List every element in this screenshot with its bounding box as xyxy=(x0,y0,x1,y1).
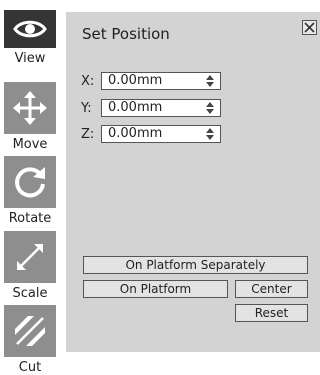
arrow-up-icon[interactable] xyxy=(206,75,214,80)
cut-icon xyxy=(15,316,45,346)
tool-scale[interactable]: Scale xyxy=(4,231,56,301)
close-icon xyxy=(304,22,315,33)
y-position-row: Y: 0.00mm xyxy=(81,98,221,118)
y-position-value[interactable]: 0.00mm xyxy=(108,100,162,116)
center-button[interactable]: Center xyxy=(235,280,308,298)
arrow-up-icon[interactable] xyxy=(206,128,214,133)
z-position-value[interactable]: 0.00mm xyxy=(108,126,162,142)
x-position-spinbox[interactable]: 0.00mm xyxy=(101,72,221,90)
arrow-down-icon[interactable] xyxy=(206,82,214,87)
rotate-icon xyxy=(15,167,45,198)
z-axis-label: Z: xyxy=(81,126,95,142)
view-button[interactable] xyxy=(4,10,56,48)
x-position-row: X: 0.00mm xyxy=(81,71,221,91)
arrow-down-icon[interactable] xyxy=(206,109,214,114)
y-axis-label: Y: xyxy=(81,100,92,116)
tool-move[interactable]: Move xyxy=(4,82,56,152)
x-axis-label: X: xyxy=(81,73,95,89)
close-button[interactable] xyxy=(302,20,317,35)
spin-arrows-icon[interactable] xyxy=(206,75,214,87)
arrow-down-icon[interactable] xyxy=(206,135,214,140)
move-icon xyxy=(13,91,47,125)
set-position-panel: Set Position X: 0.00mm Y: 0.00mm Z: 0.00… xyxy=(66,12,320,352)
rotate-label: Rotate xyxy=(8,211,52,226)
spin-arrows-icon[interactable] xyxy=(206,102,214,114)
reset-button[interactable]: Reset xyxy=(235,304,308,322)
on-platform-button[interactable]: On Platform xyxy=(83,280,228,298)
view-label: View xyxy=(14,51,46,66)
spin-arrows-icon[interactable] xyxy=(206,128,214,140)
rotate-button[interactable] xyxy=(4,156,56,208)
scale-icon xyxy=(17,244,43,270)
move-button[interactable] xyxy=(4,82,56,134)
scale-label: Scale xyxy=(12,286,48,301)
on-platform-separately-button[interactable]: On Platform Separately xyxy=(83,256,308,274)
z-position-row: Z: 0.00mm xyxy=(81,124,221,144)
z-position-spinbox[interactable]: 0.00mm xyxy=(101,125,221,143)
arrow-up-icon[interactable] xyxy=(206,102,214,107)
left-toolbar: View Move Rotate Scale Cut xyxy=(0,0,60,375)
panel-title: Set Position xyxy=(82,25,170,43)
cut-button[interactable] xyxy=(4,305,56,357)
y-position-spinbox[interactable]: 0.00mm xyxy=(101,99,221,117)
x-position-value[interactable]: 0.00mm xyxy=(108,73,162,89)
tool-view[interactable]: View xyxy=(4,10,56,66)
tool-rotate[interactable]: Rotate xyxy=(4,156,56,226)
move-label: Move xyxy=(12,137,48,152)
tool-cut[interactable]: Cut xyxy=(4,305,56,375)
eye-icon xyxy=(13,20,47,38)
scale-button[interactable] xyxy=(4,231,56,283)
